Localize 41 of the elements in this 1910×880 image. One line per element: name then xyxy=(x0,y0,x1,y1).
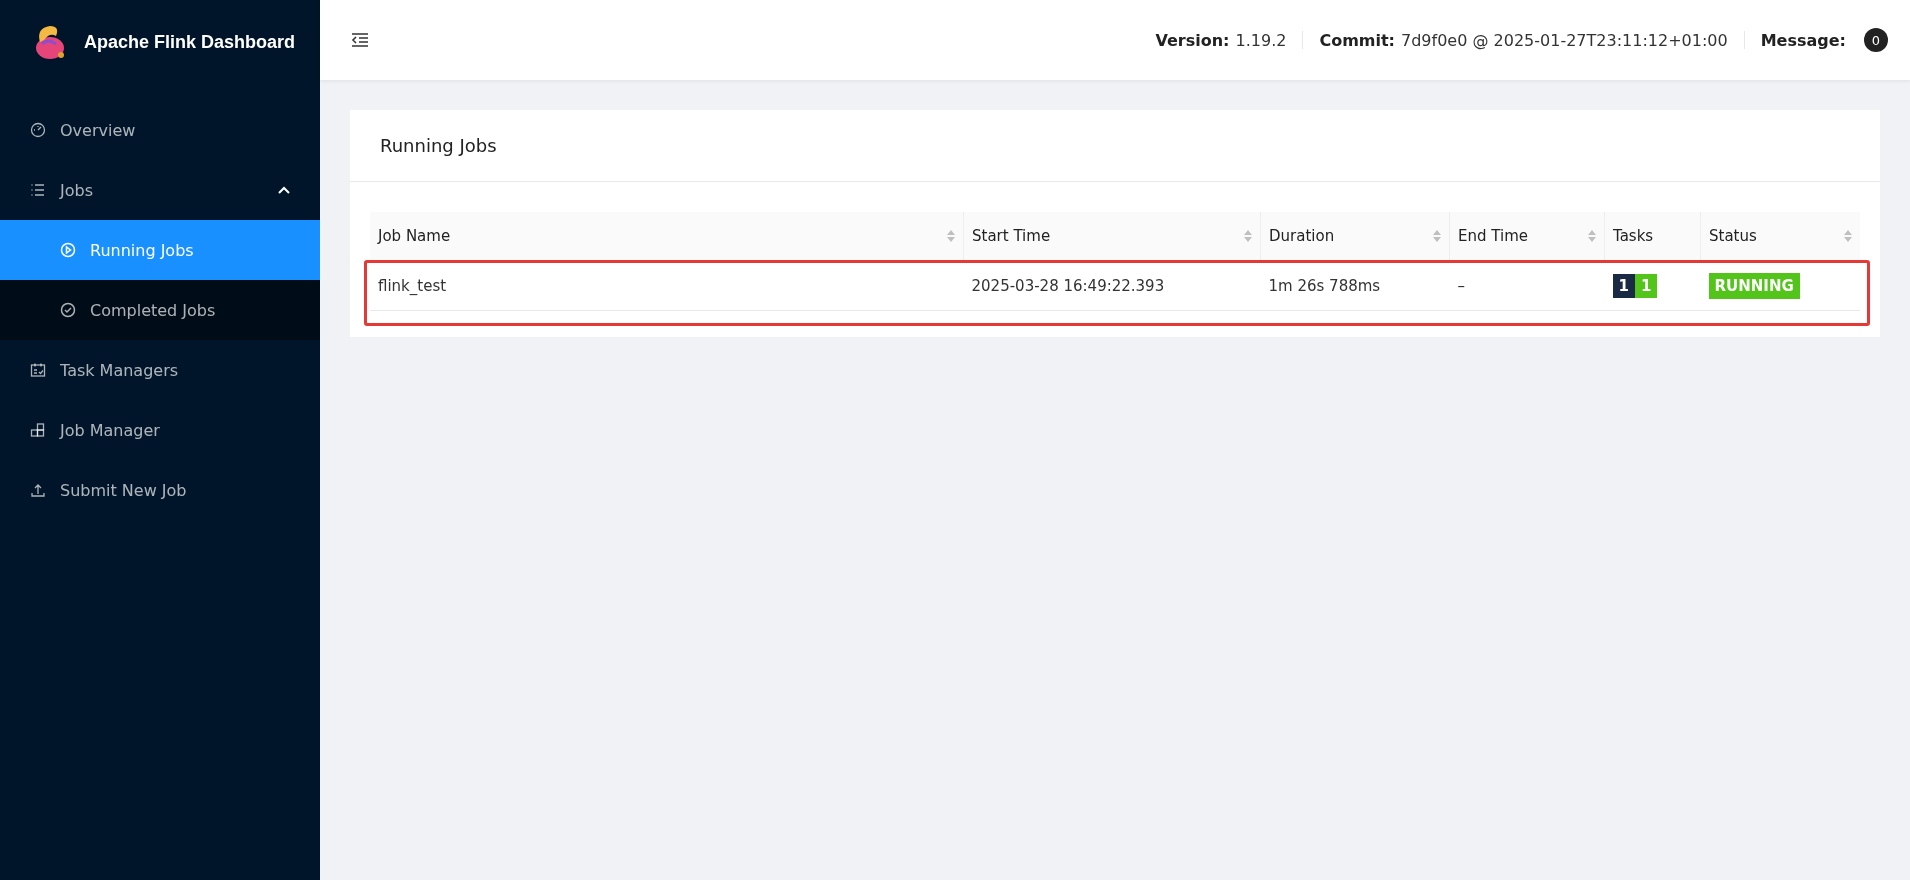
calendar-icon xyxy=(30,362,46,378)
table-cell: 1m 26s 788ms xyxy=(1260,260,1450,311)
table-cell: 2025-03-28 16:49:22.393 xyxy=(963,260,1261,311)
nav-item[interactable]: Jobs xyxy=(0,160,320,220)
blocks-icon xyxy=(30,422,46,438)
header-label: Message: xyxy=(1760,30,1846,50)
column-header[interactable]: Start Time xyxy=(963,212,1261,261)
message-count[interactable]: 0 xyxy=(1864,28,1888,52)
column-header[interactable]: Job Name xyxy=(370,212,964,261)
column-header[interactable]: Status xyxy=(1700,212,1860,261)
check-circle-icon xyxy=(60,302,76,318)
nav-item[interactable]: Job Manager xyxy=(0,400,320,460)
header-value: 1.19.2 xyxy=(1235,30,1287,50)
header-value: 7d9f0e0 @ 2025-01-27T23:11:12+01:00 xyxy=(1401,30,1728,50)
column-header[interactable]: End Time xyxy=(1449,212,1605,261)
table-cell: – xyxy=(1449,260,1605,311)
play-circle-icon xyxy=(60,242,76,258)
app-title: Apache Flink Dashboard xyxy=(84,31,296,53)
sort-icon xyxy=(1244,230,1252,242)
sort-icon xyxy=(1588,230,1596,242)
column-header[interactable]: Duration xyxy=(1260,212,1450,261)
gauge-icon xyxy=(30,122,46,138)
task-count-tag: 1 xyxy=(1612,273,1635,298)
status-tag: RUNNING xyxy=(1708,272,1800,299)
job-row[interactable]: flink_test 2025-03-28 16:49:22.393 1m 26s 788ms – 1 1 RUNNING xyxy=(370,260,1860,311)
menu-fold-icon[interactable] xyxy=(350,32,370,48)
nav-item[interactable]: Task Managers xyxy=(0,340,320,400)
nav-item[interactable]: Overview xyxy=(0,100,320,160)
table-cell: flink_test xyxy=(370,260,964,311)
sort-icon xyxy=(1433,230,1441,242)
card-title: Running Jobs xyxy=(380,135,497,156)
upload-icon xyxy=(30,482,46,498)
column-header[interactable]: Tasks xyxy=(1604,212,1701,261)
nav-item[interactable]: Submit New Job xyxy=(0,460,320,520)
list-icon xyxy=(30,182,46,198)
task-count-tag: 1 xyxy=(1634,273,1658,298)
sort-icon xyxy=(947,230,955,242)
sort-icon xyxy=(1844,230,1852,242)
nav-item[interactable]: Completed Jobs xyxy=(0,280,320,340)
header-label: Version: xyxy=(1155,30,1230,50)
header-label: Commit: xyxy=(1319,30,1395,50)
